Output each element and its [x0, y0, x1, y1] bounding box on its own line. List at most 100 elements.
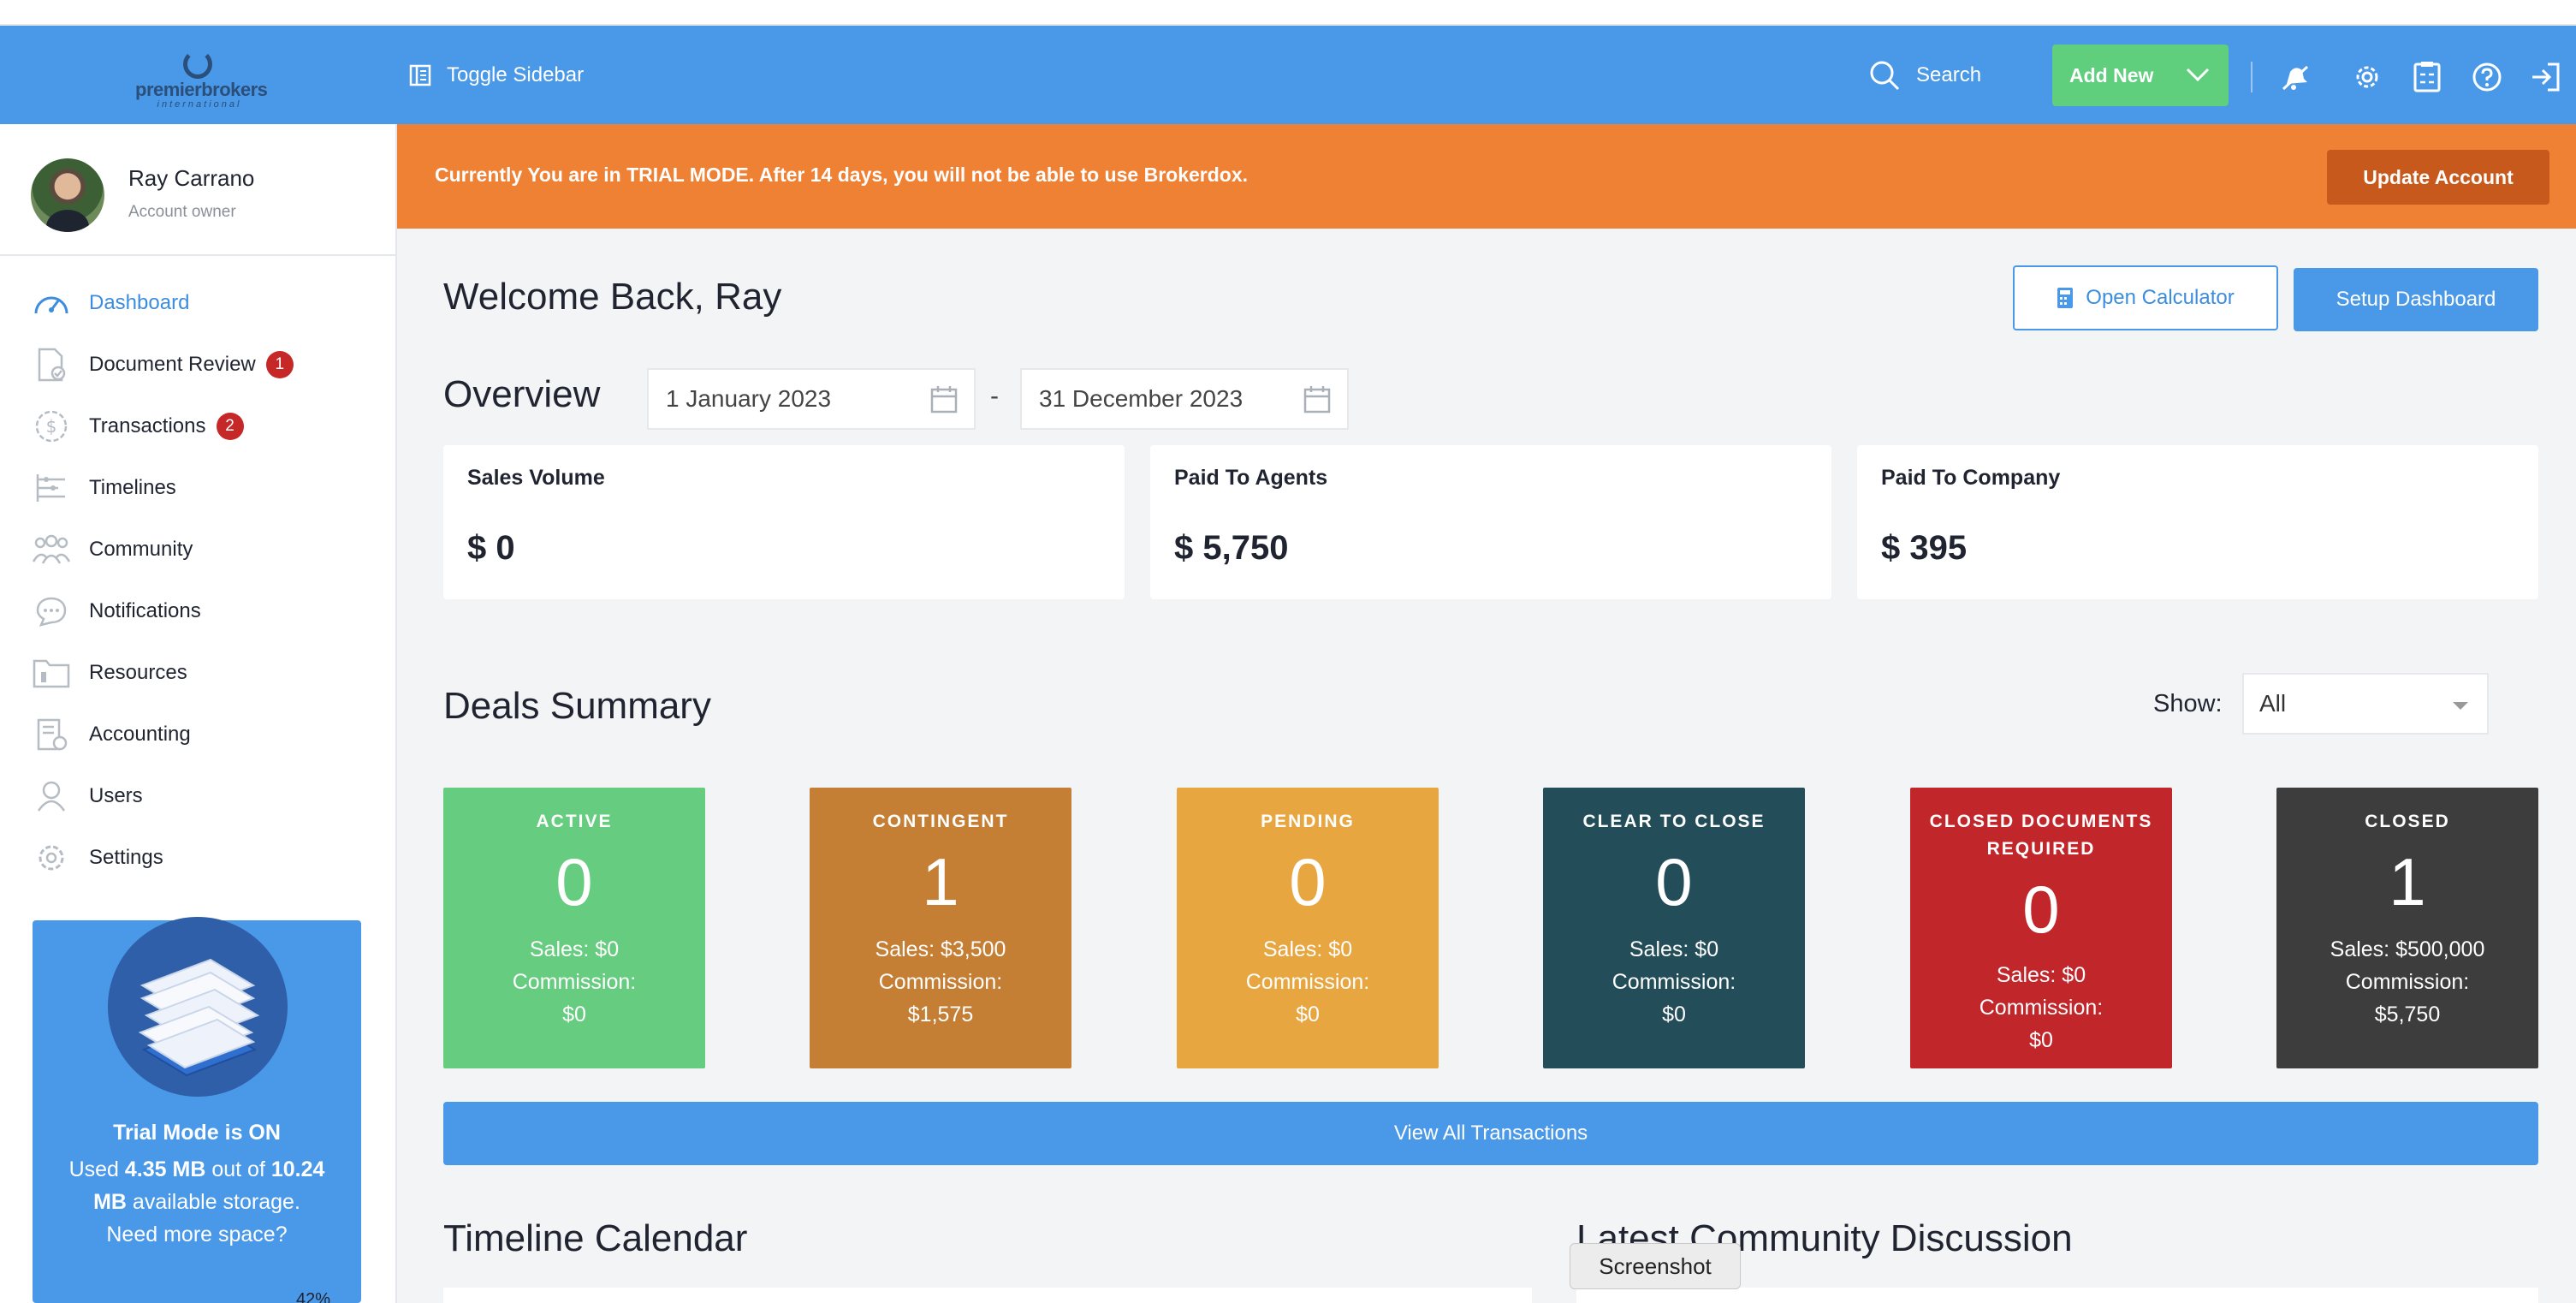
view-all-transactions-button[interactable]: View All Transactions [443, 1102, 2538, 1165]
notifications-off-button[interactable] [2278, 60, 2312, 94]
date-to-input[interactable]: 31 December 2023 [1020, 368, 1349, 430]
sidebar-item-label: Timelines [89, 476, 176, 499]
sidebar-item-label: Document Review [89, 353, 256, 376]
update-account-button[interactable]: Update Account [2327, 150, 2549, 205]
gear-icon [2356, 66, 2378, 88]
deal-sales: Sales: $0 [529, 937, 620, 961]
search-button[interactable]: Search [1868, 58, 1981, 92]
sidebar-item-label: Dashboard [89, 291, 190, 314]
sidebar-toggle-icon [409, 64, 431, 86]
sidebar-item-dashboard[interactable]: Dashboard [0, 272, 397, 334]
timeline-icon [31, 471, 72, 505]
show-filter-select[interactable]: All [2242, 673, 2489, 735]
deal-status-name: CONTINGENT [872, 812, 1009, 831]
sidebar-item-label: Transactions [89, 414, 206, 437]
document-check-icon [31, 348, 72, 382]
trial-storage-card: Trial Mode is ON Used 4.35 MB out of 10.… [33, 917, 361, 1303]
sidebar-item-label: Users [89, 784, 143, 807]
stat-card-paid-to-company: Paid To Company $ 395 [1857, 445, 2538, 599]
deal-sales: Sales: $0 [1996, 963, 2086, 987]
stat-card-paid-to-agents: Paid To Agents $ 5,750 [1150, 445, 1831, 599]
deal-commission-label: Commission: [1979, 996, 2104, 1020]
sidebar-item-timelines[interactable]: Timelines [0, 457, 397, 519]
deal-count: 1 [2389, 844, 2426, 919]
settings-button[interactable] [2350, 60, 2384, 94]
user-icon [31, 779, 72, 813]
ledger-icon [31, 717, 72, 752]
sidebar-item-label: Notifications [89, 599, 201, 622]
date-from-input[interactable]: 1 January 2023 [647, 368, 976, 430]
trial-mode-banner: Currently You are in TRIAL MODE. After 1… [397, 124, 2576, 229]
trial-used-suffix: available storage. [126, 1190, 300, 1214]
logout-button[interactable] [2528, 60, 2562, 94]
toggle-sidebar-label: Toggle Sidebar [447, 63, 585, 86]
deal-card-active[interactable]: ACTIVE 0 Sales: $0 Commission: $0 [443, 788, 705, 1068]
user-profile[interactable]: Ray Carrano Account owner [0, 124, 397, 256]
deal-card-pending[interactable]: PENDING 0 Sales: $0 Commission: $0 [1177, 788, 1439, 1068]
sidebar-item-settings[interactable]: Settings [0, 827, 397, 889]
sidebar-item-community[interactable]: Community [0, 519, 397, 580]
company-logo[interactable]: premierbrokers international [135, 50, 268, 110]
logo-subtext: international [157, 99, 242, 110]
deal-status-name: CLOSED [2365, 812, 2450, 831]
trial-mode-title: Trial Mode is ON [113, 1121, 281, 1145]
deal-commission: $1,575 [907, 1003, 974, 1026]
deal-card-closed[interactable]: CLOSED 1 Sales: $500,000 Commission: $5,… [2276, 788, 2538, 1068]
gear-icon [31, 841, 72, 875]
folder-icon [31, 656, 72, 690]
user-name: Ray Carrano [128, 165, 255, 191]
add-new-button[interactable]: Add New [2052, 45, 2229, 106]
deal-count: 1 [922, 844, 959, 919]
trial-used-middle: out of [205, 1157, 271, 1181]
trial-used-prefix: Used [68, 1157, 125, 1181]
deal-sales: Sales: $0 [1629, 937, 1719, 961]
svg-text:$: $ [46, 416, 57, 437]
open-calculator-button[interactable]: Open Calculator [2013, 265, 2278, 330]
date-range-separator: - [990, 382, 999, 410]
deal-card-closed-documents-required[interactable]: CLOSED DOCUMENTS REQUIRED 0 Sales: $0 Co… [1910, 788, 2172, 1068]
sidebar-item-users[interactable]: Users [0, 765, 397, 827]
date-to-value: 31 December 2023 [1039, 385, 1243, 412]
deal-commission: $0 [1662, 1003, 1686, 1026]
deal-status-name: PENDING [1261, 812, 1355, 831]
need-more-space-link[interactable]: Need more space? [106, 1223, 287, 1246]
deal-count: 0 [1655, 844, 1693, 919]
help-icon [2472, 62, 2502, 92]
show-filter-label: Show: [2153, 690, 2223, 717]
setup-dashboard-button[interactable]: Setup Dashboard [2294, 268, 2538, 331]
deal-commission-label: Commission: [2345, 970, 2470, 994]
deal-commission: $5,750 [2374, 1003, 2441, 1026]
logo-text: premierbrokers [135, 79, 268, 100]
bell-off-icon [2282, 65, 2309, 91]
trial-mode-message: Currently You are in TRIAL MODE. After 1… [435, 164, 1249, 186]
date-from-value: 1 January 2023 [666, 385, 832, 412]
calculator-button[interactable] [2410, 60, 2444, 94]
trial-used-value: 4.35 MB [124, 1157, 206, 1181]
calculator-icon [2413, 62, 2441, 92]
deal-card-clear-to-close[interactable]: CLEAR TO CLOSE 0 Sales: $0 Commission: $… [1543, 788, 1805, 1068]
sidebar-item-transactions[interactable]: $ Transactions 2 [0, 396, 397, 457]
avatar[interactable] [31, 158, 104, 232]
dollar-circle-icon: $ [31, 409, 72, 443]
chat-bubble-icon [31, 594, 72, 628]
sidebar-item-document-review[interactable]: Document Review 1 [0, 334, 397, 396]
stat-value: $ 5,750 [1174, 529, 1289, 567]
toolbar-separator [2251, 62, 2253, 92]
count-badge: 2 [216, 413, 244, 440]
sidebar-item-accounting[interactable]: Accounting [0, 704, 397, 765]
help-button[interactable] [2470, 60, 2504, 94]
browser-toolbar-strip [0, 0, 2576, 26]
toggle-sidebar-button[interactable]: Toggle Sidebar [409, 60, 584, 91]
deal-commission-label: Commission: [1245, 970, 1370, 994]
search-label: Search [1916, 63, 1982, 86]
sidebar-item-resources[interactable]: Resources [0, 642, 397, 704]
deal-card-contingent[interactable]: CONTINGENT 1 Sales: $3,500 Commission: $… [810, 788, 1071, 1068]
timeline-calendar-panel [443, 1288, 1532, 1303]
calendar-icon [1303, 386, 1331, 414]
user-role: Account owner [128, 203, 236, 221]
add-new-label: Add New [2069, 63, 2154, 86]
open-calculator-label: Open Calculator [2086, 286, 2235, 309]
sidebar-item-notifications[interactable]: Notifications [0, 580, 397, 642]
sidebar-item-label: Community [89, 538, 193, 561]
deal-commission: $0 [1296, 1003, 1320, 1026]
